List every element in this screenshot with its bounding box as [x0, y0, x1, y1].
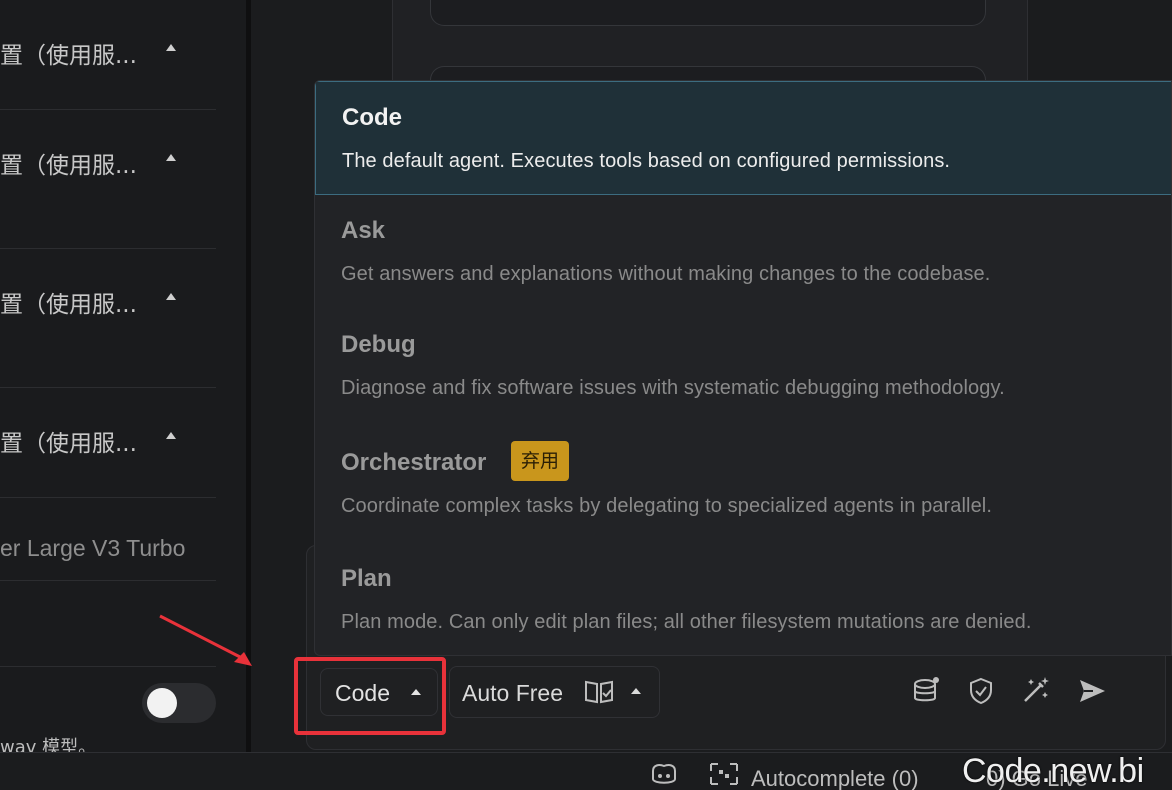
agent-name: Plan	[341, 565, 392, 592]
setting-row[interactable]: 置（使用服...	[0, 388, 216, 498]
agent-description: Get answers and explanations without mak…	[341, 263, 991, 285]
caret-up-icon	[631, 688, 641, 694]
agent-option-plan[interactable]: Plan Plan mode. Can only edit plan files…	[315, 541, 1171, 655]
agent-name: Debug	[341, 331, 416, 358]
watermark: Code.new.bi	[962, 752, 1144, 790]
annotation-highlight-box	[294, 657, 446, 735]
agent-mode-menu: Code The default agent. Executes tools b…	[314, 80, 1172, 656]
setting-label: 置（使用服...	[0, 292, 137, 318]
send-icon[interactable]	[1077, 676, 1107, 706]
toggle-knob	[147, 688, 177, 718]
caret-up-icon[interactable]	[166, 44, 176, 51]
agent-description: Plan mode. Can only edit plan files; all…	[341, 611, 1032, 633]
book-check-icon	[585, 680, 613, 704]
agent-option-debug[interactable]: Debug Diagnose and fix software issues w…	[315, 309, 1171, 423]
agent-name: Orchestrator	[341, 449, 487, 476]
agent-description: Coordinate complex tasks by delegating t…	[341, 495, 993, 517]
caret-up-icon[interactable]	[166, 293, 176, 300]
annotation-arrow-icon	[159, 614, 252, 666]
agent-option-code[interactable]: Code The default agent. Executes tools b…	[315, 81, 1171, 195]
autocomplete-icon[interactable]	[708, 761, 740, 787]
deprecated-badge: 弃用	[511, 441, 570, 481]
agent-name: Ask	[341, 217, 386, 244]
chat-block	[430, 0, 986, 26]
setting-row[interactable]: 置（使用服...	[0, 110, 216, 249]
agent-option-ask[interactable]: Ask Get answers and explanations without…	[315, 195, 1171, 309]
model-select-button[interactable]: Auto Free	[449, 666, 660, 718]
database-icon[interactable]	[911, 676, 941, 706]
agent-description: The default agent. Executes tools based …	[342, 150, 951, 172]
setting-label: 置（使用服...	[0, 43, 137, 69]
agent-name: Code	[342, 104, 402, 131]
caret-up-icon[interactable]	[166, 432, 176, 439]
caret-up-icon[interactable]	[166, 154, 176, 161]
agent-option-orchestrator[interactable]: Orchestrator 弃用 Coordinate complex tasks…	[315, 423, 1171, 541]
setting-label: 置（使用服...	[0, 431, 137, 457]
autocomplete-status[interactable]: Autocomplete (0)	[751, 766, 919, 790]
setting-row[interactable]: 置（使用服...	[0, 249, 216, 388]
setting-label: 置（使用服...	[0, 153, 137, 179]
copilot-icon[interactable]	[648, 761, 680, 787]
model-label: Auto Free	[462, 680, 563, 706]
magic-wand-icon[interactable]	[1021, 675, 1051, 705]
setting-row[interactable]: 置（使用服...	[0, 0, 216, 110]
toggle-switch[interactable]	[142, 683, 216, 723]
agent-description: Diagnose and fix software issues with sy…	[341, 377, 1005, 399]
model-row-divider	[0, 498, 216, 581]
shield-check-icon[interactable]	[966, 676, 996, 706]
